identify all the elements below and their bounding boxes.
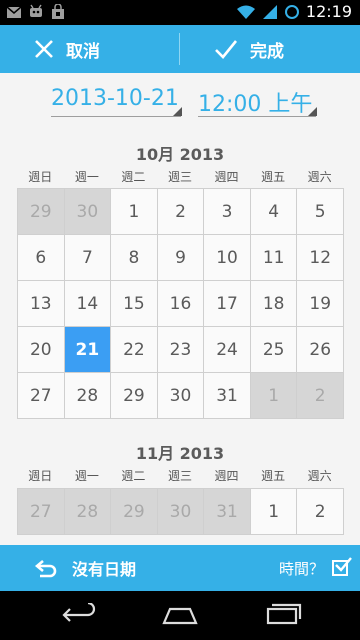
weekday-label: 週六 [307, 170, 332, 184]
day-cell[interactable]: 22 [111, 327, 158, 373]
weekday-label: 週二 [121, 469, 146, 483]
notification-icons [6, 4, 66, 20]
navigation-bar [0, 591, 360, 640]
day-cell[interactable]: 18 [250, 281, 298, 327]
back-icon[interactable] [60, 603, 100, 627]
date-time-row: 2013-10-21 12:00 上午 [0, 80, 360, 124]
adjacent-month-day-cell[interactable]: 29 [18, 189, 65, 235]
weekday-label: 週六 [307, 469, 332, 483]
day-cell[interactable]: 6 [18, 235, 65, 281]
day-cell[interactable]: 4 [250, 189, 298, 235]
weekday-label: 週四 [214, 469, 239, 483]
adjacent-month-day-cell[interactable]: 29 [111, 489, 158, 535]
day-cell[interactable]: 28 [64, 373, 112, 419]
day-cell[interactable]: 20 [18, 327, 65, 373]
close-icon [35, 40, 53, 58]
signal-icon [262, 4, 277, 19]
adjacent-month-day-cell[interactable]: 30 [64, 189, 112, 235]
dropdown-triangle-icon [173, 107, 182, 116]
undo-icon [34, 560, 57, 578]
checkmark-icon [335, 557, 352, 572]
day-cell[interactable]: 13 [18, 281, 65, 327]
weekday-label: 週二 [121, 170, 146, 184]
time-toggle-label: 時間？ [278, 559, 324, 578]
status-clock: 12:19 [305, 2, 352, 21]
time-value: 12:00 上午 [198, 92, 313, 117]
checkmark-icon [215, 40, 238, 59]
weekday-label: 週一 [74, 170, 99, 184]
day-cell[interactable]: 23 [157, 327, 205, 373]
day-cell[interactable]: 9 [157, 235, 205, 281]
day-cell[interactable]: 29 [111, 373, 158, 419]
bottom-bar: 沒有日期 時間？ [0, 545, 360, 591]
done-label: 完成 [250, 41, 284, 62]
home-icon[interactable] [160, 603, 200, 627]
day-cell[interactable]: 31 [204, 373, 251, 419]
selected-day-cell[interactable]: 21 [64, 327, 112, 373]
time-toggle[interactable]: 時間？ [278, 545, 352, 591]
day-cell[interactable]: 17 [204, 281, 251, 327]
day-cell[interactable]: 24 [204, 327, 251, 373]
weekday-header: 週日 週一 週二 週三 週四 週五 週六 [17, 467, 343, 484]
day-cell[interactable]: 15 [111, 281, 158, 327]
day-cell[interactable]: 19 [297, 281, 344, 327]
weekday-label: 週五 [261, 469, 286, 483]
day-cell[interactable]: 10 [204, 235, 251, 281]
no-date-label: 沒有日期 [72, 560, 137, 579]
weekday-label: 週四 [214, 170, 239, 184]
weekday-label: 週一 [74, 469, 99, 483]
wifi-icon [236, 5, 255, 19]
adjacent-month-day-cell[interactable]: 27 [18, 489, 65, 535]
action-bar: 取消 完成 [0, 25, 360, 73]
done-button[interactable]: 完成 [214, 25, 284, 73]
shopping-bag-icon [52, 4, 64, 19]
month-title: 10月 2013 [135, 145, 225, 164]
adjacent-month-day-cell[interactable]: 30 [157, 489, 205, 535]
weekday-header: 週日 週一 週二 週三 週四 週五 週六 [17, 168, 343, 185]
day-cell[interactable]: 12 [297, 235, 344, 281]
day-cell[interactable]: 11 [250, 235, 298, 281]
battery-icon [284, 4, 299, 19]
day-cell[interactable]: 1 [111, 189, 158, 235]
month-grid-november: 27 28 29 30 31 1 2 [17, 488, 344, 535]
time-spinner[interactable]: 12:00 上午 [198, 86, 317, 117]
day-cell[interactable]: 1 [250, 489, 298, 535]
adjacent-month-day-cell[interactable]: 31 [204, 489, 251, 535]
month-title: 11月 2013 [135, 444, 225, 463]
date-spinner[interactable]: 2013-10-21 [51, 86, 182, 117]
gmail-icon [6, 6, 22, 18]
action-bar-divider [179, 33, 180, 65]
day-cell[interactable]: 5 [297, 189, 344, 235]
adjacent-month-day-cell[interactable]: 28 [64, 489, 112, 535]
recent-apps-icon[interactable] [262, 603, 302, 627]
android-debug-icon [30, 4, 42, 17]
day-cell[interactable]: 2 [297, 489, 344, 535]
month-grid-october: 29 30 1 2 3 4 5 6 7 8 9 10 11 12 13 14 15 16 17 18 19 20 21 22 2… [17, 188, 344, 419]
time-checkbox[interactable] [332, 557, 352, 576]
cancel-button[interactable]: 取消 [34, 25, 100, 73]
day-cell[interactable]: 7 [64, 235, 112, 281]
weekday-label: 週日 [28, 170, 53, 184]
day-cell[interactable]: 2 [157, 189, 205, 235]
weekday-label: 週三 [167, 469, 192, 483]
day-cell[interactable]: 16 [157, 281, 205, 327]
weekday-label: 週三 [167, 170, 192, 184]
day-cell[interactable]: 27 [18, 373, 65, 419]
weekday-label: 週日 [28, 469, 53, 483]
date-value: 2013-10-21 [51, 86, 179, 111]
weekday-label: 週五 [261, 170, 286, 184]
adjacent-month-day-cell[interactable]: 2 [297, 373, 344, 419]
status-bar: 12:19 [0, 0, 360, 25]
day-cell[interactable]: 8 [111, 235, 158, 281]
no-date-button[interactable]: 沒有日期 [34, 545, 136, 591]
day-cell[interactable]: 26 [297, 327, 344, 373]
day-cell[interactable]: 14 [64, 281, 112, 327]
adjacent-month-day-cell[interactable]: 1 [250, 373, 298, 419]
day-cell[interactable]: 30 [157, 373, 205, 419]
day-cell[interactable]: 3 [204, 189, 251, 235]
dropdown-triangle-icon [308, 107, 317, 116]
cancel-label: 取消 [66, 41, 100, 62]
day-cell[interactable]: 25 [250, 327, 298, 373]
